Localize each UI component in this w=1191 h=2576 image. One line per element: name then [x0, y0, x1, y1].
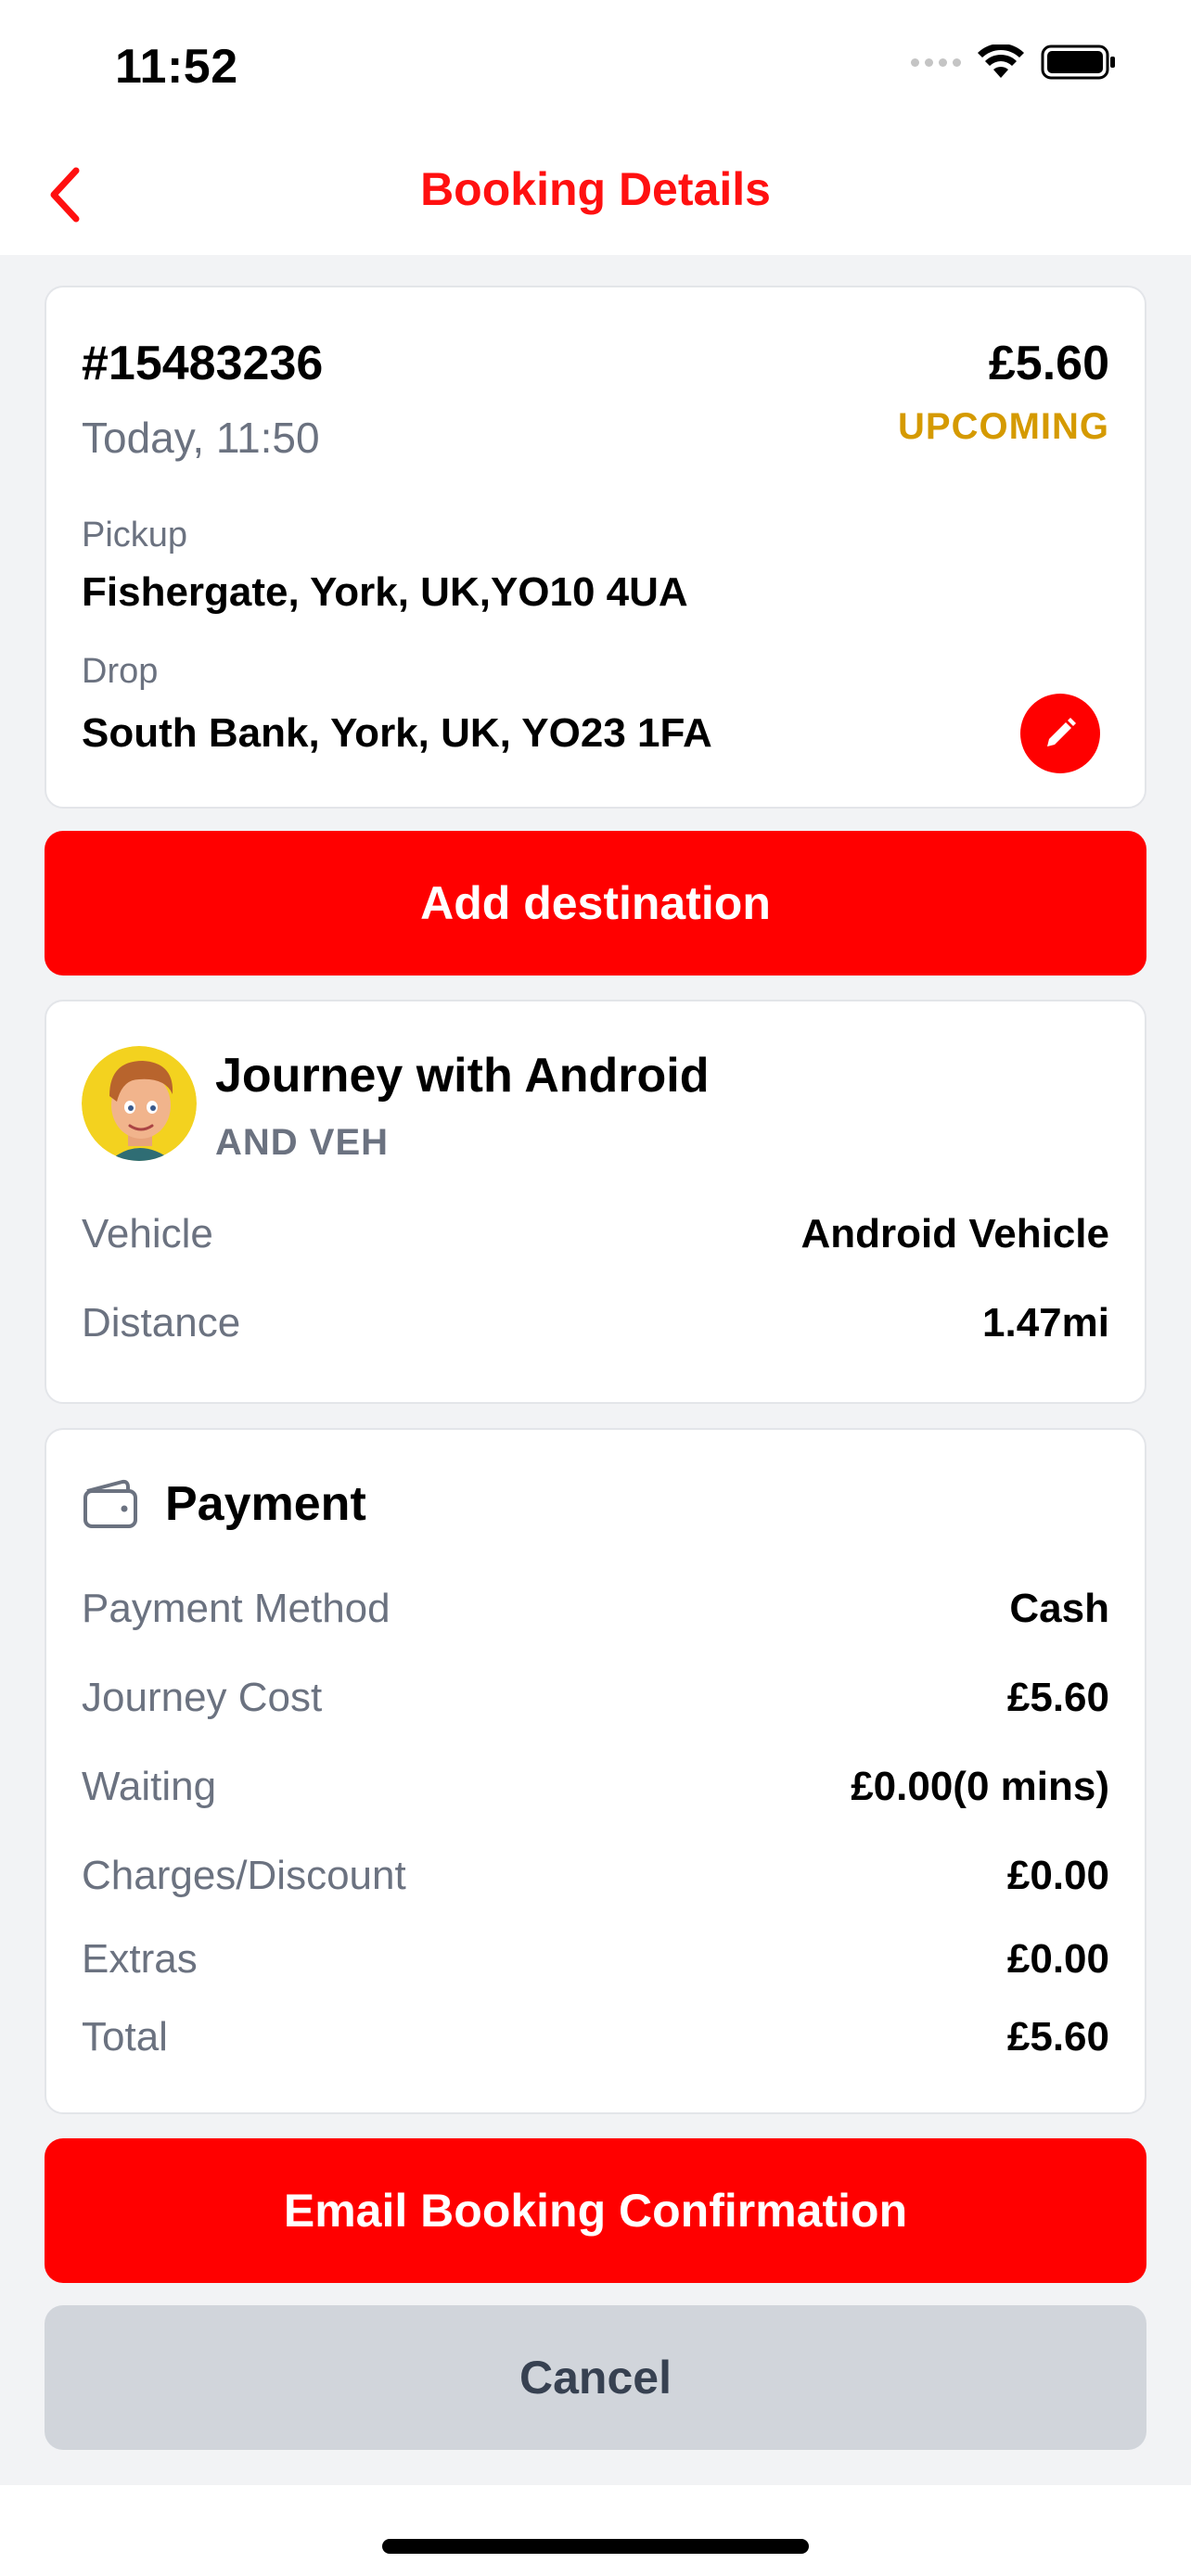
- payment-title: Payment: [165, 1477, 366, 1531]
- nav-bar: Booking Details: [0, 134, 1191, 255]
- avatar: [82, 1046, 197, 1161]
- cellular-signal-icon: [911, 57, 961, 67]
- edit-booking-button[interactable]: [1020, 694, 1100, 773]
- vehicle-code: AND VEH: [215, 1122, 390, 1163]
- email-confirmation-button[interactable]: Email Booking Confirmation: [45, 2138, 1146, 2283]
- journey-cost-value: £5.60: [1006, 1675, 1109, 1720]
- wifi-icon: [978, 45, 1024, 78]
- payment-method-value: Cash: [1009, 1586, 1109, 1631]
- payment-method-label: Payment Method: [82, 1586, 391, 1631]
- distance-value: 1.47mi: [982, 1300, 1109, 1345]
- add-destination-button[interactable]: Add destination: [45, 831, 1146, 976]
- cancel-button[interactable]: Cancel: [45, 2305, 1146, 2450]
- home-bar: [0, 2485, 1191, 2576]
- booking-date: Today, 11:50: [82, 414, 320, 462]
- journey-cost-label: Journey Cost: [82, 1675, 323, 1720]
- charges-discount-label: Charges/Discount: [82, 1853, 406, 1898]
- status-bar: 11:52: [0, 0, 1191, 134]
- payment-card: Payment Payment Method Cash Journey Cost…: [45, 1428, 1146, 2114]
- distance-label: Distance: [82, 1300, 241, 1345]
- waiting-value: £0.00(0 mins): [851, 1764, 1109, 1809]
- extras-value: £0.00: [1006, 1936, 1109, 1982]
- journey-title: Journey with Android: [215, 1049, 710, 1103]
- booking-price: £5.60: [988, 337, 1109, 390]
- wallet-icon: [83, 1479, 137, 1528]
- booking-summary-card: #15483236 Today, 11:50 £5.60 UPCOMING Pi…: [45, 286, 1146, 809]
- vehicle-label: Vehicle: [82, 1211, 213, 1256]
- booking-id: #15483236: [82, 337, 324, 390]
- pickup-address: Fishergate, York, UK,YO10 4UA: [82, 569, 688, 615]
- extras-label: Extras: [82, 1936, 198, 1982]
- drop-address: South Bank, York, UK, YO23 1FA: [82, 710, 712, 756]
- total-label: Total: [82, 2014, 168, 2060]
- pencil-icon: [1047, 718, 1076, 746]
- vehicle-value: Android Vehicle: [800, 1211, 1109, 1256]
- pickup-label: Pickup: [82, 516, 188, 555]
- total-value: £5.60: [1006, 2014, 1109, 2060]
- drop-label: Drop: [82, 652, 159, 691]
- waiting-label: Waiting: [82, 1764, 217, 1809]
- page-title: Booking Details: [420, 163, 771, 215]
- journey-card: Journey with Android AND VEH Vehicle And…: [45, 1000, 1146, 1404]
- home-indicator[interactable]: [382, 2539, 809, 2554]
- charges-discount-value: £0.00: [1006, 1853, 1109, 1898]
- status-badge: UPCOMING: [898, 406, 1109, 447]
- status-time: 11:52: [115, 40, 238, 94]
- battery-icon: [1041, 45, 1115, 80]
- status-icons: [911, 45, 1117, 80]
